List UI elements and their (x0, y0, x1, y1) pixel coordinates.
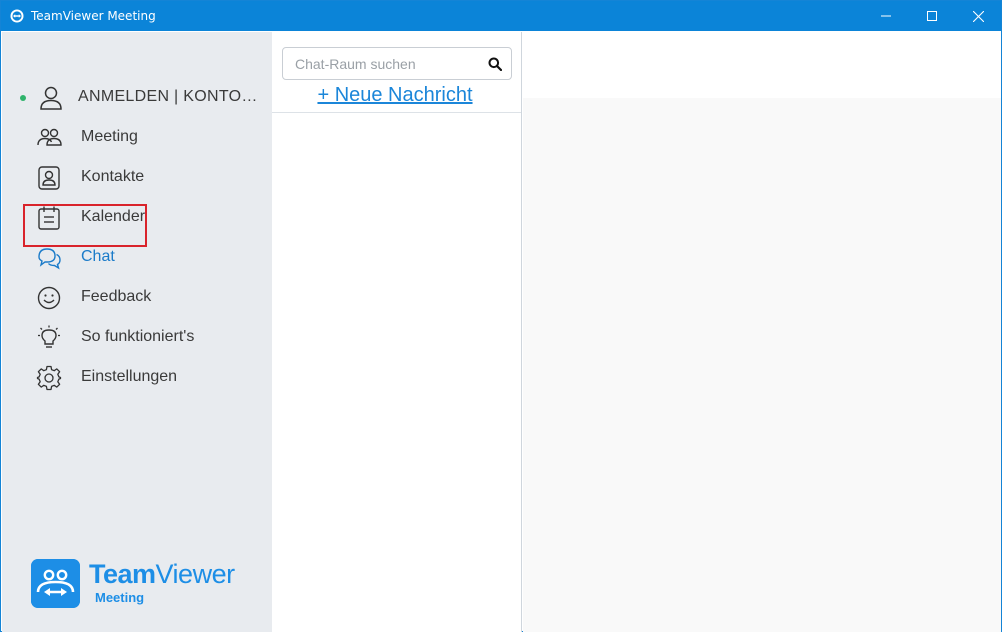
chat-content-area (523, 32, 1001, 632)
chat-search-box[interactable] (282, 47, 512, 80)
search-icon[interactable] (488, 57, 502, 71)
sidebar-item-label: Feedback (81, 288, 152, 305)
contact-card-icon (38, 166, 60, 190)
sidebar-item-so-funktionierts[interactable]: So funktioniert's (2, 317, 272, 357)
logo-brand-bold: Team (89, 559, 156, 589)
sidebar-item-kontakte[interactable]: Kontakte (2, 157, 272, 197)
sidebar-item-account[interactable]: ANMELDEN | KONTO… (2, 77, 272, 117)
people-icon (37, 128, 62, 146)
logo-brand: TeamViewer (89, 559, 235, 590)
minimize-icon (881, 15, 891, 17)
user-icon (40, 86, 62, 110)
logo-subtitle: Meeting (95, 590, 145, 605)
teamviewer-logo-icon (31, 559, 80, 608)
close-icon (972, 10, 984, 22)
window-title: TeamViewer Meeting (31, 9, 156, 23)
chat-highlight-box (23, 204, 147, 247)
sidebar-item-label: Chat (81, 248, 115, 265)
chat-search-input[interactable] (295, 54, 485, 74)
sidebar: ANMELDEN | KONTO… Meeting Kontakte Kalen… (2, 32, 272, 632)
close-button[interactable] (955, 1, 1001, 31)
chat-list-panel: + Neue Nachricht (272, 32, 522, 632)
teamviewer-logo: TeamViewer Meeting (31, 559, 261, 609)
divider (272, 112, 521, 113)
maximize-icon (927, 11, 937, 21)
maximize-button[interactable] (909, 1, 955, 31)
teamviewer-icon (10, 9, 24, 23)
logo-brand-light: Viewer (155, 559, 236, 589)
sidebar-item-label: Kontakte (81, 168, 145, 185)
sidebar-item-label: ANMELDEN | KONTO… (78, 88, 258, 105)
sidebar-item-feedback[interactable]: Feedback (2, 277, 272, 317)
new-message-link[interactable]: + Neue Nachricht (272, 84, 518, 107)
content-header (523, 32, 1001, 98)
app-window: TeamViewer Meeting ANMELDEN | KONTO… Mee… (0, 0, 1002, 632)
sidebar-item-meeting[interactable]: Meeting (2, 117, 272, 157)
gear-icon (36, 365, 62, 391)
chat-bubbles-icon (38, 248, 61, 270)
minimize-button[interactable] (863, 1, 909, 31)
lightbulb-icon (38, 325, 60, 348)
sidebar-item-einstellungen[interactable]: Einstellungen (2, 357, 272, 397)
sidebar-item-label: Einstellungen (81, 368, 178, 385)
smiley-icon (37, 286, 61, 310)
sidebar-item-label: So funktioniert's (81, 328, 195, 345)
title-bar[interactable]: TeamViewer Meeting (1, 1, 1001, 31)
online-status-dot (20, 95, 26, 101)
sidebar-item-label: Meeting (81, 128, 138, 145)
